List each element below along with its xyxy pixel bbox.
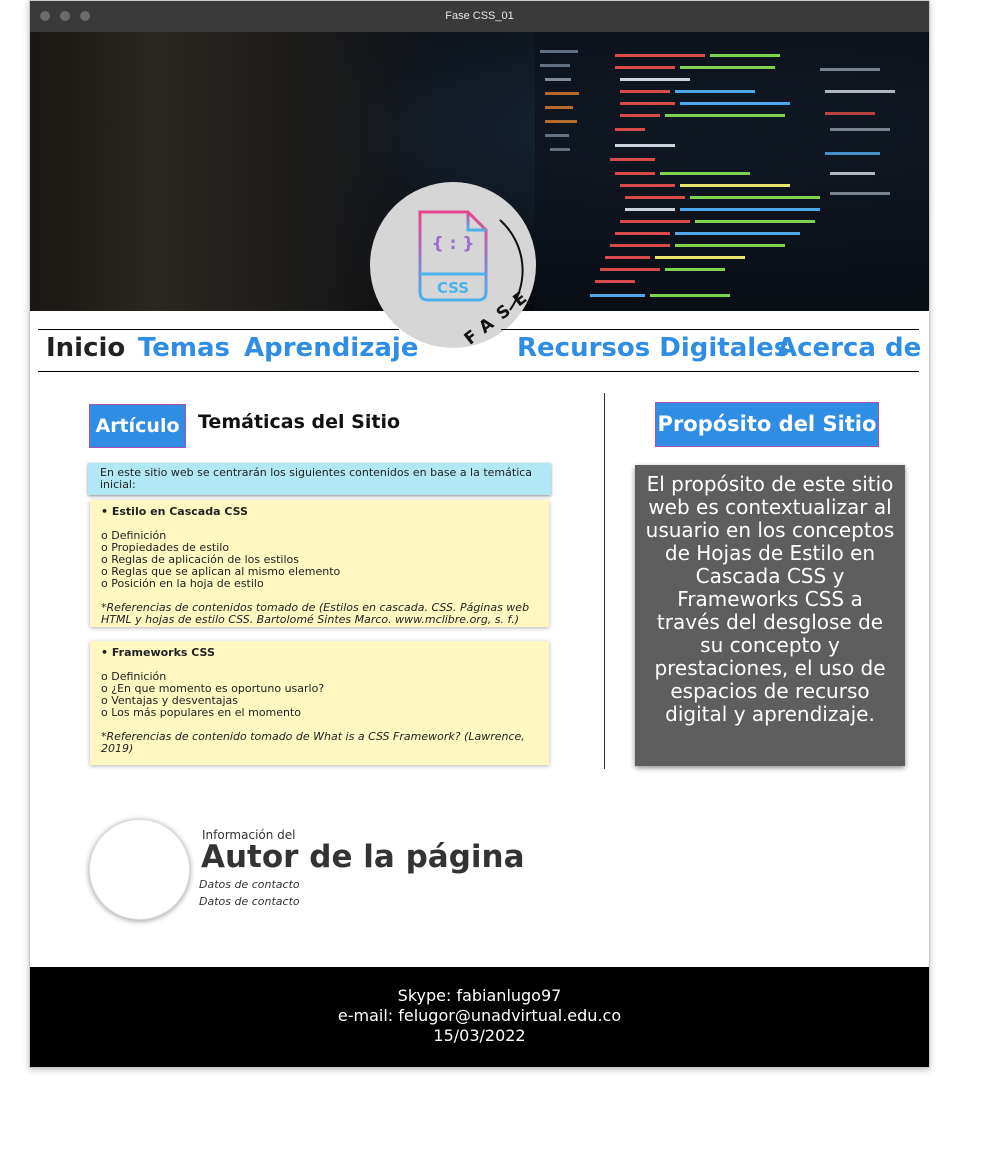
author-contact: Datos de contacto	[199, 895, 300, 908]
topic-reference: *Referencias de contenidos tomado de (Es…	[101, 601, 530, 626]
topic-item: o Los más populares en el momento	[101, 706, 302, 719]
author-avatar	[89, 819, 190, 920]
nav-temas[interactable]: Temas	[138, 333, 230, 363]
footer-skype: Skype: fabianlugo97	[397, 986, 562, 1005]
window-title: Fase CSS_01	[445, 10, 514, 22]
nav-aprendizaje[interactable]: Aprendizaje	[244, 333, 418, 363]
nav-recursos-digitales[interactable]: Recursos Digitales	[517, 333, 789, 363]
css-file-icon	[418, 210, 524, 311]
nav-top-line-left	[38, 329, 399, 330]
article-title: Temáticas del Sitio	[198, 411, 401, 433]
nav-bottom-line	[38, 371, 919, 372]
nav-inicio[interactable]: Inicio	[46, 333, 125, 363]
footer-date: 15/03/2022	[433, 1026, 526, 1045]
nav-acerca-de[interactable]: Acerca de	[777, 333, 921, 363]
topic-card-frameworks: • Frameworks CSS o Definición o ¿En que …	[90, 641, 549, 765]
browser-window: Fase CSS_01 {:} CSS FASE Inicio Temas …	[29, 0, 930, 1068]
footer: Skype: fabianlugo97 e-mail: felugor@unad…	[30, 967, 929, 1067]
purpose-label: Propósito del Sitio	[655, 402, 879, 447]
intro-box: En este sitio web se centrarán los sigui…	[88, 463, 551, 495]
fase-css-logo: { : } CSS FASE	[370, 182, 538, 349]
topic-heading: • Estilo en Cascada CSS	[101, 505, 248, 518]
topic-reference: *Referencias de contenido tomado de What…	[101, 730, 525, 755]
author-title: Autor de la página	[201, 839, 525, 875]
title-bar: Fase CSS_01	[30, 1, 929, 32]
footer-email: e-mail: felugor@unadvirtual.edu.co	[337, 1006, 622, 1025]
logo-css-text: CSS	[436, 279, 470, 297]
column-divider	[604, 393, 605, 769]
purpose-text: El propósito de este sitio web es contex…	[635, 465, 905, 766]
nav-top-line-right	[501, 329, 919, 330]
author-contact: Datos de contacto	[199, 878, 300, 891]
topic-heading: • Frameworks CSS	[101, 646, 215, 659]
logo-braces: { : }	[431, 234, 475, 254]
article-label: Artículo	[89, 404, 186, 448]
topic-card-css: • Estilo en Cascada CSS o Definición o P…	[90, 500, 549, 627]
topic-item: o Posición en la hoja de estilo	[101, 577, 264, 590]
